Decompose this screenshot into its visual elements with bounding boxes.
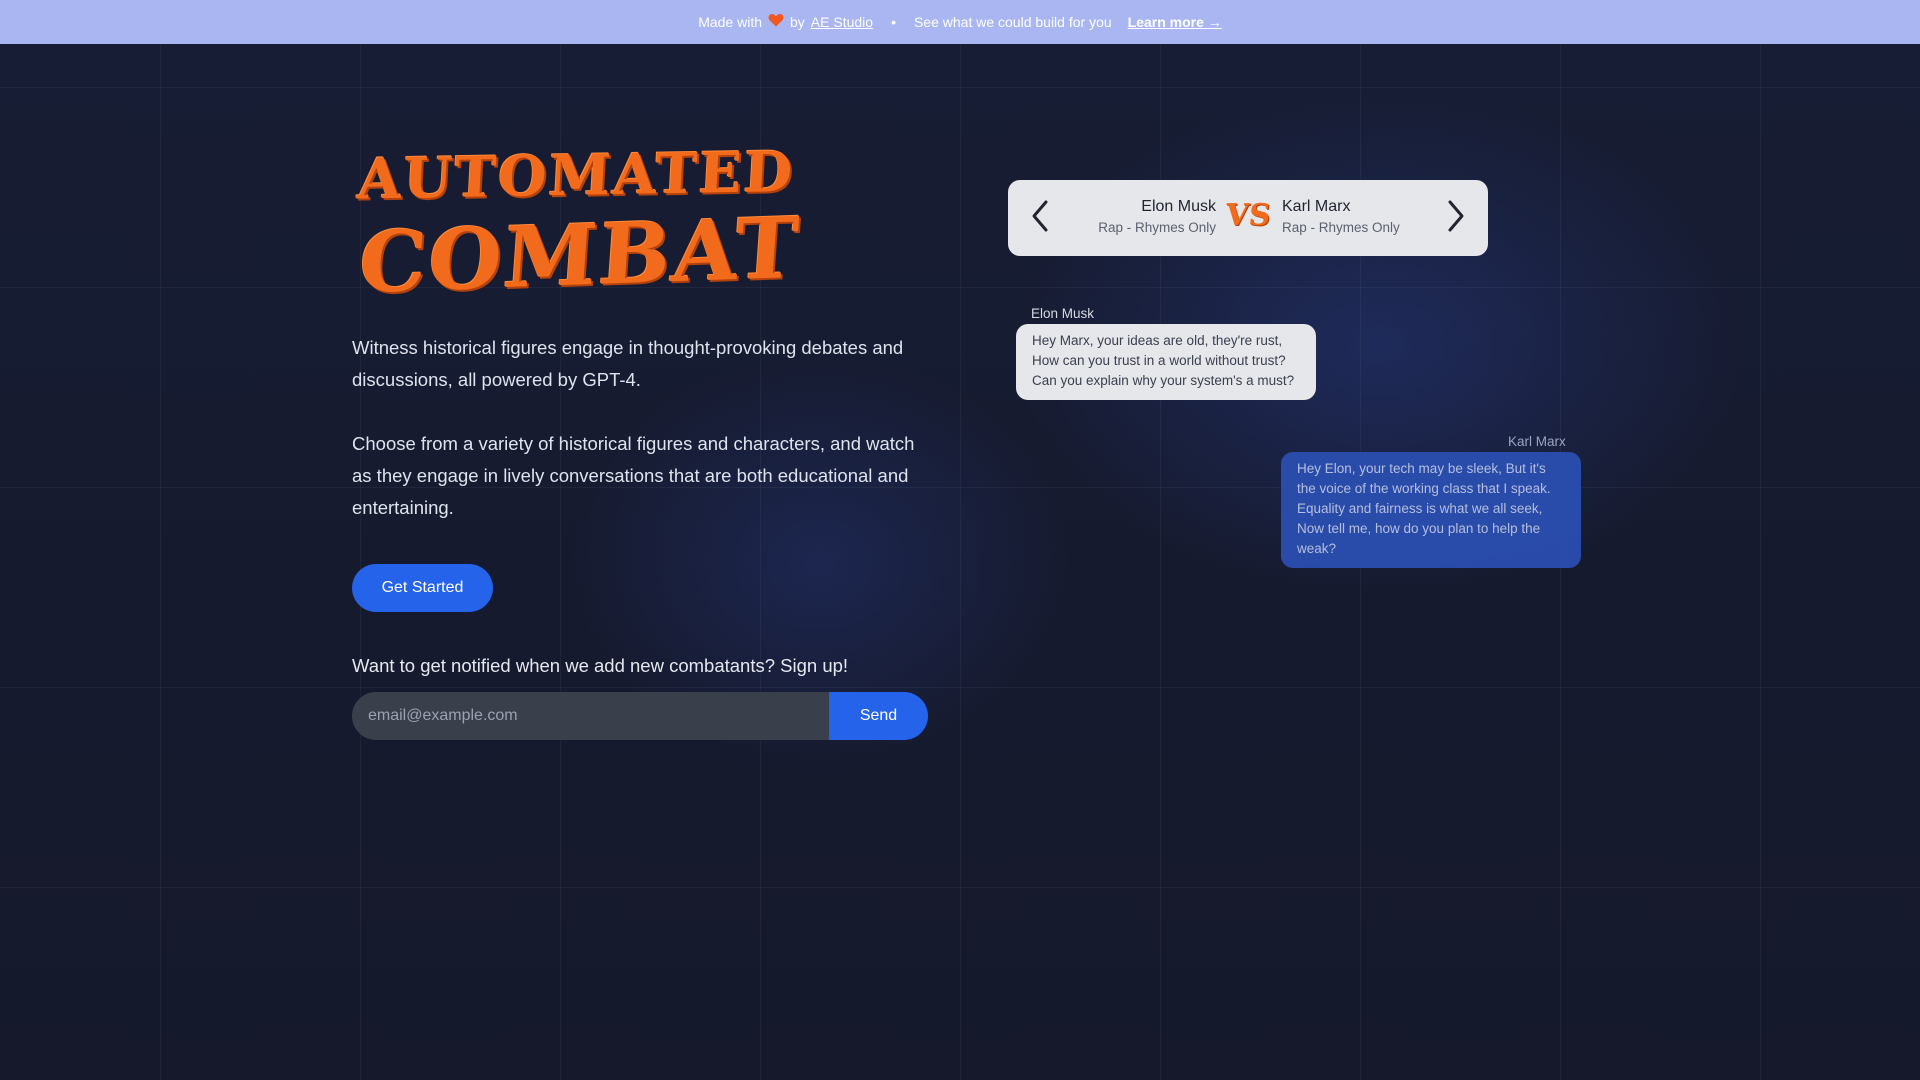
automated-combat-logo: AUTOMATED COMBAT	[352, 139, 804, 313]
signup-form: Send	[352, 692, 928, 740]
email-input[interactable]	[352, 692, 829, 740]
banner-separator: •	[891, 14, 896, 30]
chat-line: Can you explain why your system's a must…	[1032, 373, 1295, 388]
chat-line: weak?	[1297, 541, 1337, 556]
chevron-right-icon	[1446, 199, 1466, 238]
page-background	[0, 44, 1920, 1080]
matchup-selector: Elon Musk Rap - Rhymes Only VS Karl Marx…	[1008, 180, 1488, 256]
fighter-right-mode: Rap - Rhymes Only	[1282, 220, 1400, 235]
banner-made-with: Made with	[698, 14, 762, 30]
chat-line: the voice of the working class that I sp…	[1297, 481, 1551, 496]
top-banner: Made with by AE Studio • See what we cou…	[0, 0, 1920, 44]
send-button[interactable]: Send	[829, 692, 928, 740]
chat-speaker-marx: Karl Marx	[1508, 434, 1566, 449]
chevron-left-icon	[1030, 199, 1050, 238]
chat-line: Hey Elon, your tech may be sleek, But it…	[1297, 461, 1546, 476]
intro-paragraph-1: Witness historical figures engage in tho…	[352, 337, 904, 390]
next-matchup-button[interactable]	[1438, 196, 1474, 240]
chat-line: Now tell me, how do you plan to help the	[1297, 521, 1541, 536]
logo-line-combat: COMBAT	[355, 197, 804, 313]
fighter-right-name: Karl Marx	[1282, 198, 1351, 215]
signup-label: Want to get notified when we add new com…	[352, 655, 849, 676]
fighter-left-name: Elon Musk	[1141, 198, 1216, 215]
intro-text: Witness historical figures engage in tho…	[352, 332, 932, 556]
learn-more-link[interactable]: Learn more →	[1128, 14, 1222, 30]
banner-pitch: See what we could build for you	[913, 14, 1112, 30]
banner-by: by	[790, 14, 805, 30]
get-started-button[interactable]: Get Started	[352, 564, 493, 612]
ae-studio-link[interactable]: AE Studio	[811, 14, 873, 30]
chat-speaker-musk: Elon Musk	[1031, 306, 1095, 321]
heart-icon	[768, 13, 784, 31]
chat-line: Hey Marx, your ideas are old, they're ru…	[1032, 333, 1283, 348]
chat-line: Equality and fairness is what we all see…	[1297, 501, 1543, 516]
fighter-right: Karl Marx Rap - Rhymes Only	[1282, 198, 1400, 235]
fighter-left-mode: Rap - Rhymes Only	[1098, 220, 1216, 235]
previous-matchup-button[interactable]	[1022, 196, 1058, 240]
vs-emblem: VS	[1223, 198, 1273, 233]
chat-line: How can you trust in a world without tru…	[1032, 353, 1286, 368]
logo-line-automated: AUTOMATED	[356, 139, 797, 213]
intro-paragraph-2: Choose from a variety of historical figu…	[352, 433, 915, 518]
fighter-left: Elon Musk Rap - Rhymes Only	[1098, 198, 1216, 235]
chat-bubble-marx: Hey Elon, your tech may be sleek, But it…	[1281, 452, 1581, 568]
chat-bubble-musk: Hey Marx, your ideas are old, they're ru…	[1016, 324, 1316, 400]
